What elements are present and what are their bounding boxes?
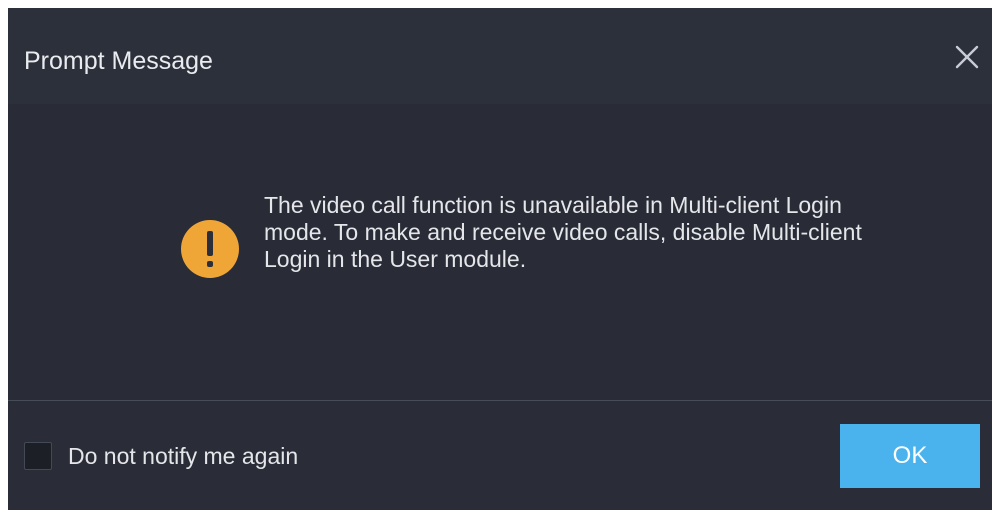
do-not-notify-label: Do not notify me again	[68, 443, 299, 469]
dialog-body: The video call function is unavailable i…	[8, 104, 992, 400]
close-button[interactable]	[952, 42, 982, 72]
do-not-notify-checkbox[interactable]	[24, 442, 52, 470]
ok-button[interactable]: OK	[840, 424, 980, 488]
dialog-title: Prompt Message	[24, 47, 213, 75]
exclamation-warning-icon	[181, 220, 239, 278]
prompt-dialog: Prompt Message The video call function i…	[8, 8, 992, 510]
do-not-notify-option[interactable]: Do not notify me again	[24, 442, 298, 470]
dialog-message: The video call function is unavailable i…	[264, 192, 862, 272]
dialog-header: Prompt Message	[8, 8, 992, 104]
dialog-footer: Do not notify me again OK	[8, 401, 992, 510]
close-icon	[955, 45, 979, 69]
